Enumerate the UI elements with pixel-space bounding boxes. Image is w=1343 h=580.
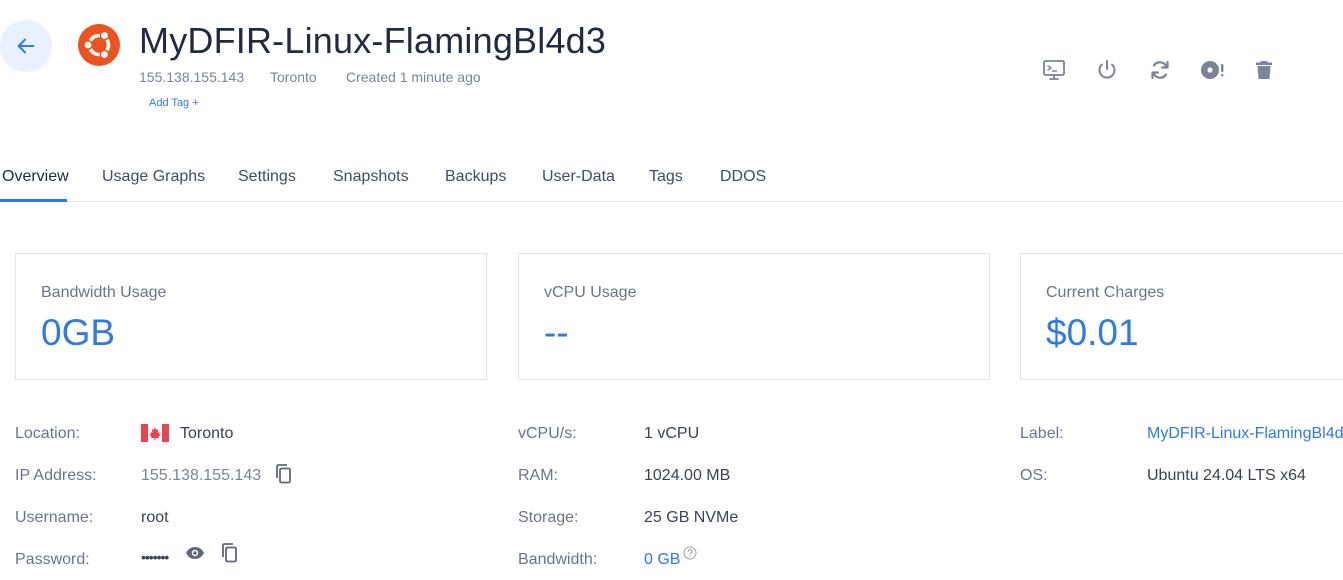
ip-address-label: IP Address: [15,467,97,484]
tab-overview[interactable]: Overview [2,168,69,186]
reinstall-button[interactable] [1199,57,1225,83]
copy-ip-button[interactable] [273,464,293,484]
console-button[interactable] [1041,57,1067,83]
tab-settings[interactable]: Settings [238,168,296,186]
vcpu-value: 1 vCPU [644,425,700,442]
show-password-button[interactable] [185,543,205,563]
bandwidth-usage-card: Bandwidth Usage 0GB [15,253,487,380]
username-label: Username: [15,509,94,526]
password-value: ••••••• [141,549,169,565]
copy-icon [222,543,237,563]
location-value: Toronto [180,425,234,442]
ip-address-value: 155.138.155.143 [141,467,262,484]
copy-icon [276,464,291,484]
current-charges-card: Current Charges $0.01 [1020,253,1343,380]
console-icon [1043,60,1065,80]
help-icon[interactable] [683,546,697,560]
username-value: root [141,509,169,526]
server-location: Toronto [270,69,317,85]
label-value[interactable]: MyDFIR-Linux-FlamingBl4d3 [1147,425,1343,443]
password-label: Password: [15,551,90,568]
card-value: $0.01 [1046,312,1139,353]
restart-button[interactable] [1147,57,1173,83]
label-label: Label: [1020,425,1064,442]
eye-icon [186,547,204,559]
add-tag-link[interactable]: Add Tag + [149,97,199,109]
storage-value: 25 GB NVMe [644,509,739,526]
destroy-button[interactable] [1251,57,1277,83]
ram-label: RAM: [518,467,558,484]
card-value: 0GB [41,312,116,353]
card-label: Bandwidth Usage [41,284,167,301]
active-tab-indicator [0,199,67,202]
card-label: vCPU Usage [544,284,637,301]
page-title: MyDFIR-Linux-FlamingBl4d3 [139,20,607,61]
location-label: Location: [15,425,80,442]
tabs-divider [0,201,1343,202]
power-icon [1098,60,1116,79]
card-label: Current Charges [1046,284,1165,301]
tab-usage-graphs[interactable]: Usage Graphs [102,168,205,186]
power-button[interactable] [1094,57,1120,83]
tab-snapshots[interactable]: Snapshots [333,168,409,186]
os-value: Ubuntu 24.04 LTS x64 [1147,467,1306,484]
vcpu-label: vCPU/s: [518,425,577,442]
ram-value: 1024.00 MB [644,467,731,484]
bandwidth-label: Bandwidth: [518,551,598,568]
bandwidth-value[interactable]: 0 GB [644,551,680,569]
copy-password-button[interactable] [219,543,239,563]
tab-user-data[interactable]: User-Data [542,168,615,186]
tab-tags[interactable]: Tags [649,168,683,186]
os-label: OS: [1020,467,1048,484]
ubuntu-logo-icon [78,24,120,66]
disc-alert-icon [1201,61,1224,79]
back-button[interactable] [0,20,52,72]
storage-label: Storage: [518,509,579,526]
vcpu-usage-card: vCPU Usage -- [518,253,990,380]
card-value: -- [544,312,569,353]
server-created: Created 1 minute ago [346,69,481,85]
arrow-left-icon [17,38,35,54]
restart-icon [1151,60,1169,80]
server-ip: 155.138.155.143 [139,69,245,85]
tab-ddos[interactable]: DDOS [720,168,766,186]
tab-backups[interactable]: Backups [445,168,506,186]
canada-flag-icon [141,424,169,442]
trash-icon [1256,61,1272,79]
